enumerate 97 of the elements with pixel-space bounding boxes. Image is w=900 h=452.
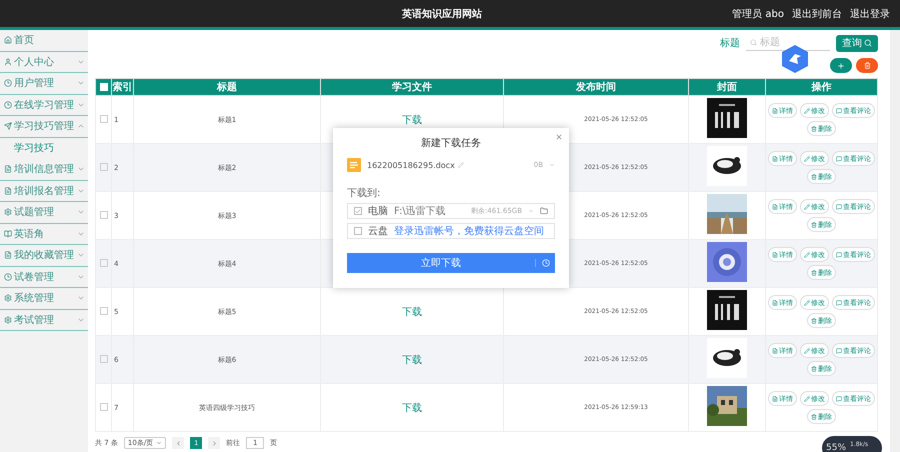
row-checkbox[interactable] <box>100 259 108 268</box>
column-header: 学习文件 <box>320 78 504 96</box>
dialog-title: 新建下载任务 <box>420 136 482 150</box>
submenu-item[interactable]: 学习技巧 <box>0 138 88 159</box>
trash-icon <box>811 366 817 372</box>
document-icon <box>347 158 361 172</box>
search-label: 标题 <box>720 36 740 50</box>
site-title: 英语知识应用网站 <box>401 7 484 20</box>
trash-icon <box>811 414 817 420</box>
pencil-icon <box>804 252 810 258</box>
row-checkbox[interactable] <box>100 211 108 220</box>
comment-icon <box>836 204 842 210</box>
list-icon <box>772 204 778 210</box>
caret-icon <box>156 440 162 446</box>
menu-icon <box>4 186 12 195</box>
save-target-row[interactable]: 云盘 登录迅雷帐号，免费获得云盘空间 <box>347 223 555 239</box>
file-name: 1622005186295.docx <box>367 160 455 170</box>
close-icon[interactable] <box>555 133 563 141</box>
row-checkbox[interactable] <box>100 163 108 172</box>
comment-icon <box>836 108 842 114</box>
header-link[interactable]: 退出登录 <box>850 6 890 20</box>
header-link[interactable]: 退出到前台 <box>792 6 842 20</box>
menu-icon <box>4 100 12 109</box>
folder-icon[interactable] <box>540 207 548 215</box>
menu-icon <box>4 122 12 130</box>
target-checkbox[interactable] <box>354 227 362 235</box>
download-link[interactable]: 下载 <box>402 402 422 414</box>
next-page-button[interactable] <box>208 437 220 449</box>
checkmark-icon <box>355 208 361 214</box>
menu-icon <box>4 79 12 88</box>
pencil-icon <box>804 300 810 306</box>
menu-icon <box>4 230 12 238</box>
comment-icon <box>836 252 842 258</box>
save-location-label: 下载到: <box>347 186 382 200</box>
target-checkbox[interactable] <box>354 207 362 215</box>
list-icon <box>772 108 778 114</box>
chevron-left-icon <box>174 440 182 446</box>
target-label: 云盘 <box>368 225 388 238</box>
row-checkbox[interactable] <box>100 403 108 412</box>
comment-icon <box>836 156 842 162</box>
search-button[interactable]: 查询 <box>836 34 878 52</box>
chevron-right-icon <box>210 440 218 446</box>
column-header: 操作 <box>766 78 878 96</box>
add-button[interactable] <box>830 58 852 73</box>
search-icon <box>750 39 757 46</box>
list-icon <box>772 300 778 306</box>
column-header: 封面 <box>688 78 766 96</box>
trash-icon <box>811 174 817 180</box>
list-icon <box>772 156 778 162</box>
menu-icon <box>4 165 12 174</box>
menu-icon <box>4 316 12 324</box>
menu-icon <box>4 272 12 281</box>
list-icon <box>772 348 778 354</box>
column-header: 索引 <box>112 78 134 96</box>
edit-icon[interactable] <box>458 162 464 168</box>
menu-icon <box>4 58 12 66</box>
comment-icon <box>836 396 842 402</box>
usage-percent: 55% <box>826 443 846 452</box>
prev-page-button[interactable] <box>172 437 184 449</box>
list-icon <box>772 396 778 402</box>
pencil-icon <box>804 348 810 354</box>
download-now-button[interactable]: 立即下载 <box>347 253 555 273</box>
caret-icon[interactable] <box>549 162 555 168</box>
row-checkbox[interactable] <box>100 355 108 364</box>
column-header: 标题 <box>134 78 320 96</box>
trash-icon <box>811 270 817 276</box>
trash-icon <box>811 126 817 132</box>
menu-icon <box>4 208 12 216</box>
pencil-icon <box>804 108 810 114</box>
list-icon <box>772 252 778 258</box>
pencil-icon <box>804 156 810 162</box>
target-label: 电脑 <box>368 204 388 218</box>
row-checkbox[interactable] <box>100 115 108 124</box>
trash-icon <box>811 318 817 324</box>
trash-icon <box>864 62 870 69</box>
select-all-checkbox[interactable] <box>100 82 108 91</box>
pencil-icon <box>804 396 810 402</box>
menu-icon <box>4 294 12 302</box>
delete-button[interactable] <box>856 58 878 73</box>
menu-icon <box>4 251 12 260</box>
menu-icon <box>4 36 12 44</box>
save-path: F:\迅雷下载 <box>394 204 447 218</box>
bird-app-icon[interactable] <box>782 45 808 73</box>
pencil-icon <box>804 204 810 210</box>
admin-label: 管理员 abo <box>732 8 784 20</box>
caret-icon[interactable] <box>528 208 534 214</box>
trash-icon <box>811 222 817 228</box>
column-header: 发布时间 <box>504 78 688 96</box>
comment-icon <box>836 300 842 306</box>
search-icon <box>864 39 872 47</box>
download-link[interactable]: 下载 <box>402 354 422 366</box>
plus-icon <box>837 62 845 70</box>
comment-icon <box>836 348 842 354</box>
download-link[interactable]: 下载 <box>402 114 422 126</box>
row-checkbox[interactable] <box>100 307 108 316</box>
download-link[interactable]: 下载 <box>402 306 422 318</box>
clock-icon <box>542 259 550 267</box>
